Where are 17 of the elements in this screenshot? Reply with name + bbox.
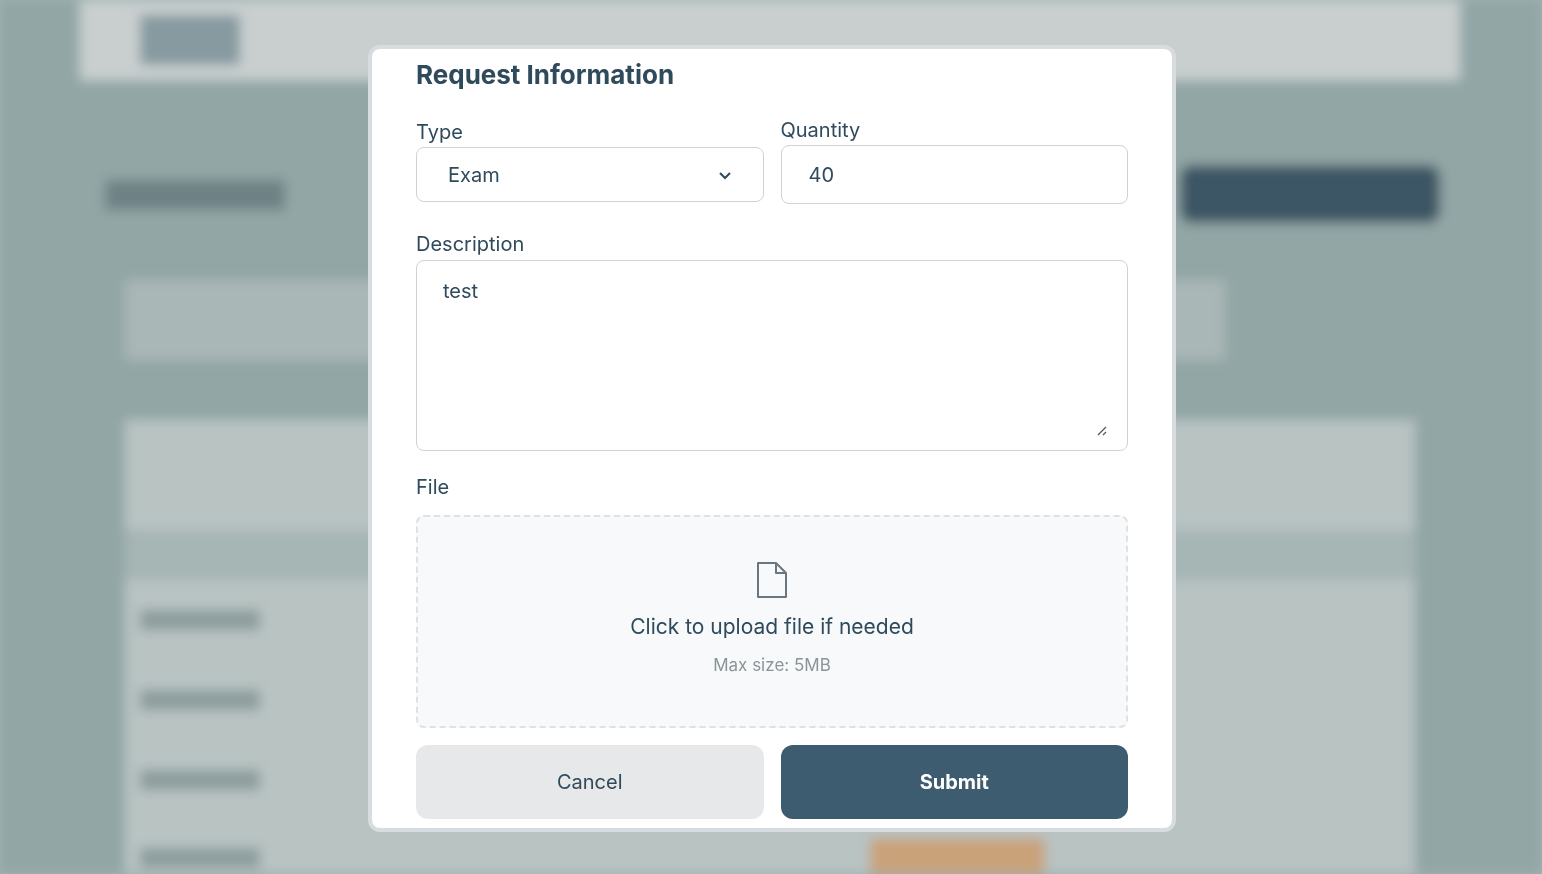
field-label: Type <box>416 119 464 146</box>
submit-button[interactable]: Submit <box>780 745 1128 819</box>
file-icon <box>756 561 788 599</box>
chevron-down-icon <box>717 169 732 180</box>
field-label: File <box>416 474 451 501</box>
dialog-title: Request Information <box>416 58 676 92</box>
upload-prompt: Click to upload file if needed <box>630 613 914 641</box>
field-label: Quantity <box>780 117 862 144</box>
upload-hint: Max size: 5MB <box>713 653 831 677</box>
select-value: Exam <box>448 161 500 189</box>
file-dropzone[interactable]: Click to upload file if needed Max size: 5MB <box>416 515 1128 728</box>
resize-handle-icon[interactable] <box>1095 424 1107 436</box>
description-field[interactable]: test <box>416 260 1128 451</box>
field-label: Description <box>416 231 526 258</box>
quantity-field[interactable]: 40 <box>780 145 1128 204</box>
cancel-button[interactable]: Cancel <box>416 745 764 819</box>
type-select[interactable]: Exam <box>416 147 764 202</box>
